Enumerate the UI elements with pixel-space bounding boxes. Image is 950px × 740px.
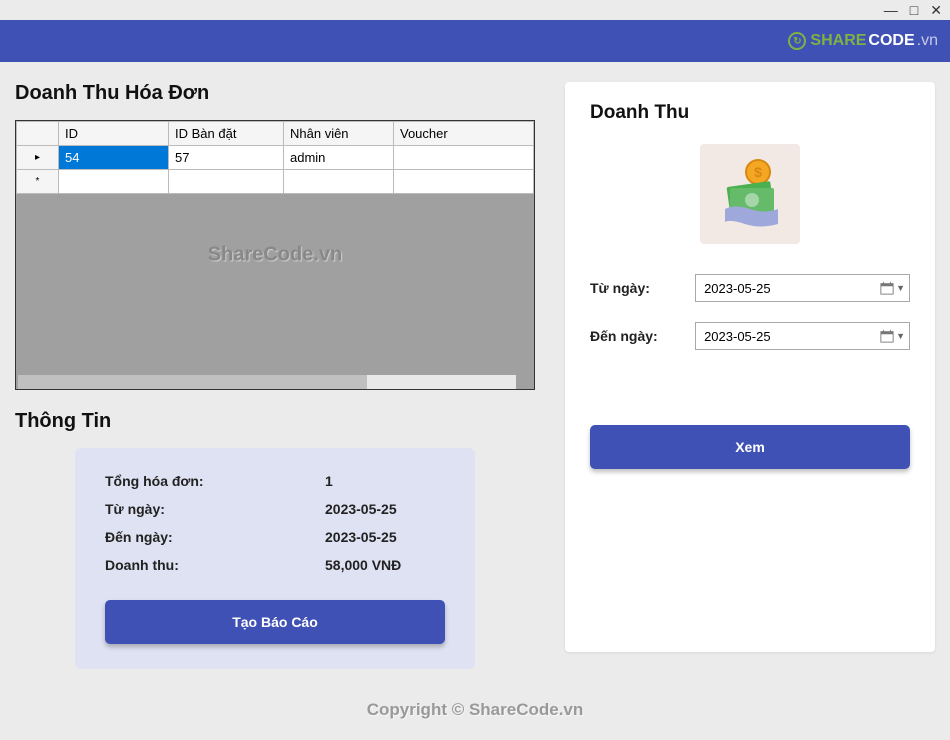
col-rowheader: [17, 122, 59, 146]
row-marker: *: [17, 170, 59, 194]
logo-text-1: SHARE: [810, 32, 866, 50]
logo-text-3: .vn: [917, 32, 938, 50]
total-invoice-label: Tổng hóa đơn:: [105, 473, 325, 489]
revenue-label: Doanh thu:: [105, 557, 325, 573]
from-date-label: Từ ngày:: [105, 501, 325, 517]
footer-copyright: Copyright © ShareCode.vn: [367, 700, 584, 720]
col-voucher[interactable]: Voucher: [394, 122, 534, 146]
cell-voucher[interactable]: [394, 170, 534, 194]
from-date-input-label: Từ ngày:: [590, 280, 677, 296]
table-row[interactable]: *: [17, 170, 534, 194]
to-date-picker[interactable]: ▼: [695, 322, 910, 350]
watermark-text: ShareCode.vn: [208, 244, 342, 267]
logo-text-2: CODE: [868, 32, 914, 50]
info-title: Thông Tin: [15, 410, 535, 433]
svg-text:$: $: [754, 164, 762, 180]
revenue-panel: Doanh Thu $ Từ ngày:: [565, 82, 935, 652]
invoice-table[interactable]: ID ID Bàn đặt Nhân viên Voucher ▸ 54 57 …: [16, 121, 534, 194]
from-date-picker[interactable]: ▼: [695, 274, 910, 302]
to-date-input-label: Đến ngày:: [590, 328, 677, 344]
col-table-id[interactable]: ID Bàn đặt: [169, 122, 284, 146]
create-report-button[interactable]: Tạo Báo Cáo: [105, 600, 445, 644]
minimize-button[interactable]: —: [884, 2, 898, 18]
invoice-revenue-title: Doanh Thu Hóa Đơn: [15, 82, 535, 105]
info-card: Tổng hóa đơn: 1 Từ ngày: 2023-05-25 Đến …: [75, 448, 475, 669]
row-marker: ▸: [17, 146, 59, 170]
to-date-label: Đến ngày:: [105, 529, 325, 545]
horizontal-scrollbar[interactable]: [18, 375, 516, 389]
brand-logo: ↻ SHARECODE.vn: [788, 32, 938, 50]
app-header: ↻ SHARECODE.vn: [0, 20, 950, 62]
cell-table-id[interactable]: 57: [169, 146, 284, 170]
cell-id[interactable]: [59, 170, 169, 194]
cell-table-id[interactable]: [169, 170, 284, 194]
col-employee[interactable]: Nhân viên: [284, 122, 394, 146]
view-button[interactable]: Xem: [590, 425, 910, 469]
total-invoice-value: 1: [325, 473, 333, 489]
chevron-down-icon[interactable]: ▼: [896, 283, 905, 293]
close-button[interactable]: ✕: [930, 2, 942, 19]
cell-id[interactable]: 54: [59, 146, 169, 170]
revenue-title: Doanh Thu: [590, 102, 910, 124]
to-date-input[interactable]: [704, 329, 880, 344]
from-date-value: 2023-05-25: [325, 501, 397, 517]
money-icon: $: [700, 144, 800, 244]
cell-employee[interactable]: admin: [284, 146, 394, 170]
chevron-down-icon[interactable]: ▼: [896, 331, 905, 341]
cell-voucher[interactable]: [394, 146, 534, 170]
col-id[interactable]: ID: [59, 122, 169, 146]
calendar-icon[interactable]: [880, 281, 894, 295]
to-date-value: 2023-05-25: [325, 529, 397, 545]
table-row[interactable]: ▸ 54 57 admin: [17, 146, 534, 170]
recycle-icon: ↻: [788, 32, 806, 50]
scrollbar-thumb[interactable]: [18, 375, 367, 389]
window-titlebar: — □ ✕: [0, 0, 950, 20]
invoice-table-container: ID ID Bàn đặt Nhân viên Voucher ▸ 54 57 …: [15, 120, 535, 390]
cell-employee[interactable]: [284, 170, 394, 194]
from-date-input[interactable]: [704, 281, 880, 296]
maximize-button[interactable]: □: [910, 2, 918, 18]
revenue-value: 58,000 VNĐ: [325, 557, 401, 573]
calendar-icon[interactable]: [880, 329, 894, 343]
